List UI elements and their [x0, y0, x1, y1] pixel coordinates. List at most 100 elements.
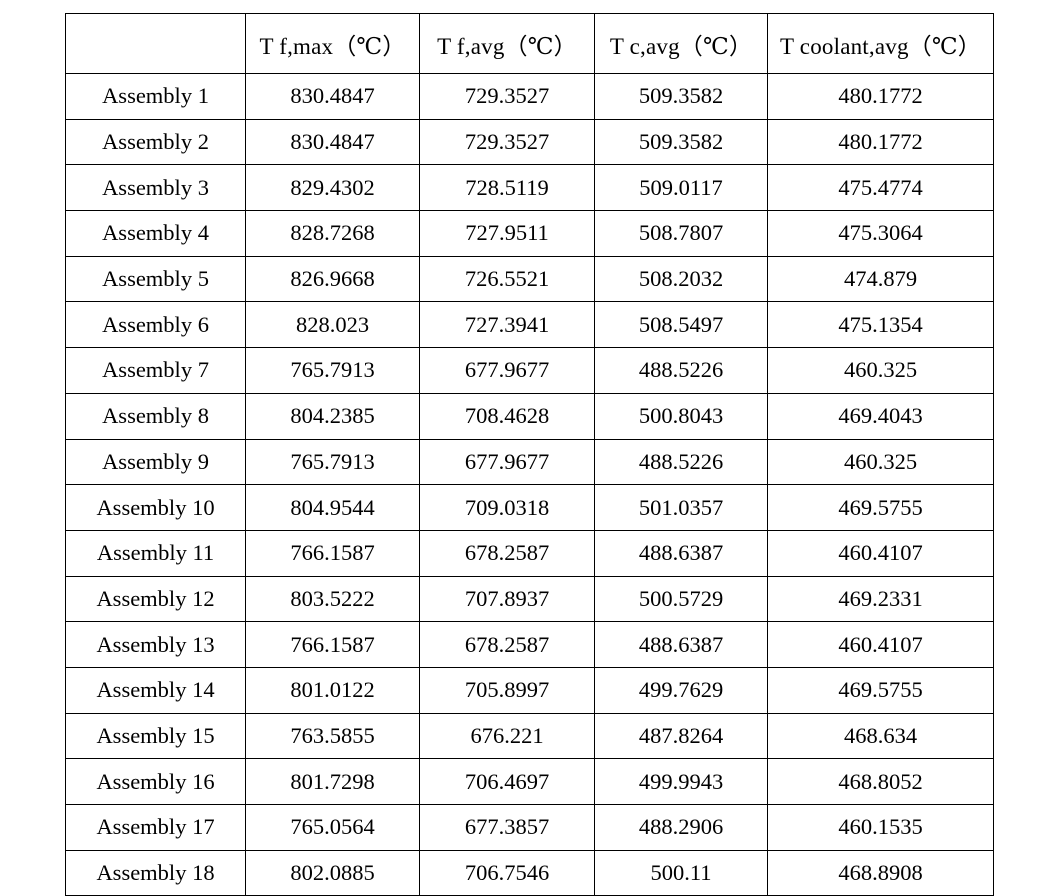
cell-tcoolantavg: 469.4043 — [767, 392, 994, 440]
row-header-assembly: Assembly 4 — [65, 210, 246, 257]
row-header-assembly: Assembly 11 — [65, 529, 246, 577]
row-header-assembly: Assembly 15 — [65, 712, 246, 760]
cell-tcavg: 500.5729 — [594, 575, 768, 623]
cell-tcavg: 508.2032 — [594, 255, 768, 303]
table-row: Assembly 7 765.7913 677.9677 488.5226 460.32… — [65, 347, 994, 394]
row-header-assembly: Assembly 8 — [65, 392, 246, 440]
cell-tcavg: 509.3582 — [594, 118, 768, 166]
table-row: Assembly 10 804.9544 709.0318 501.0357 469.5… — [65, 484, 994, 531]
cell-tcoolantavg: 469.5755 — [767, 666, 994, 714]
row-header-assembly: Assembly 2 — [65, 118, 246, 166]
cell-tcavg: 500.8043 — [594, 392, 768, 440]
row-header-assembly: Assembly 14 — [65, 666, 246, 714]
cell-tcavg: 499.7629 — [594, 666, 768, 714]
row-header-assembly: Assembly 18 — [65, 849, 246, 896]
table-header: T f,max（℃） T f,avg（℃） T c,avg（℃） T coola… — [65, 13, 994, 74]
column-header-tcavg: T c,avg（℃） — [594, 13, 768, 74]
table-row: Assembly 8 804.2385 708.4628 500.8043 469.40… — [65, 392, 994, 440]
cell-tfmax: 765.0564 — [245, 804, 420, 851]
table-row: Assembly 12 803.5222 707.8937 500.5729 469.2… — [65, 575, 994, 623]
cell-tfavg: 678.2587 — [419, 529, 595, 577]
cell-tfmax: 804.2385 — [245, 392, 420, 440]
cell-tfavg: 677.9677 — [419, 347, 595, 394]
cell-tfmax: 804.9544 — [245, 484, 420, 531]
cell-tcavg: 508.5497 — [594, 301, 768, 349]
table-row: Assembly 14 801.0122 705.8997 499.7629 469.5… — [65, 666, 994, 714]
cell-tcavg: 501.0357 — [594, 484, 768, 531]
cell-tcoolantavg: 475.1354 — [767, 301, 994, 349]
cell-tfavg: 706.4697 — [419, 758, 595, 805]
cell-tcoolantavg: 469.2331 — [767, 575, 994, 623]
cell-tfavg: 728.5119 — [419, 164, 595, 212]
cell-tcoolantavg: 469.5755 — [767, 484, 994, 531]
cell-tfavg: 676.221 — [419, 712, 595, 760]
table-row: Assembly 1 830.4847 729.3527 509.3582 480.17… — [65, 73, 994, 120]
table-row: Assembly 15 763.5855 676.221 487.8264 468.63… — [65, 712, 994, 760]
row-header-assembly: Assembly 13 — [65, 621, 246, 668]
cell-tfmax: 828.023 — [245, 301, 420, 349]
cell-tfmax: 830.4847 — [245, 73, 420, 120]
cell-tcavg: 499.9943 — [594, 758, 768, 805]
cell-tcavg: 508.7807 — [594, 210, 768, 257]
cell-tcoolantavg: 460.325 — [767, 438, 994, 486]
cell-tfmax: 765.7913 — [245, 347, 420, 394]
cell-tfmax: 801.7298 — [245, 758, 420, 805]
cell-tcoolantavg: 460.4107 — [767, 621, 994, 668]
cell-tcoolantavg: 480.1772 — [767, 73, 994, 120]
cell-tcoolantavg: 468.8052 — [767, 758, 994, 805]
cell-tfavg: 727.3941 — [419, 301, 595, 349]
cell-tcoolantavg: 475.4774 — [767, 164, 994, 212]
cell-tfavg: 705.8997 — [419, 666, 595, 714]
row-header-assembly: Assembly 12 — [65, 575, 246, 623]
table-row: Assembly 11 766.1587 678.2587 488.6387 460.4… — [65, 529, 994, 577]
cell-tcavg: 509.0117 — [594, 164, 768, 212]
column-header-tcoolantavg: T coolant,avg（℃） — [767, 13, 994, 74]
cell-tfmax: 802.0885 — [245, 849, 420, 896]
cell-tfavg: 729.3527 — [419, 73, 595, 120]
cell-tcoolantavg: 460.4107 — [767, 529, 994, 577]
cell-tfavg: 729.3527 — [419, 118, 595, 166]
cell-tcoolantavg: 468.634 — [767, 712, 994, 760]
cell-tcavg: 488.5226 — [594, 438, 768, 486]
table-body: Assembly 1 830.4847 729.3527 509.3582 480.17… — [65, 73, 994, 896]
cell-tfmax: 763.5855 — [245, 712, 420, 760]
cell-tfmax: 766.1587 — [245, 621, 420, 668]
table-row: Assembly 4 828.7268 727.9511 508.7807 475.30… — [65, 210, 994, 257]
cell-tfavg: 709.0318 — [419, 484, 595, 531]
cell-tfavg: 678.2587 — [419, 621, 595, 668]
cell-tcoolantavg: 475.3064 — [767, 210, 994, 257]
cell-tcavg: 488.6387 — [594, 621, 768, 668]
table-row: Assembly 16 801.7298 706.4697 499.9943 468.8… — [65, 758, 994, 805]
row-header-assembly: Assembly 3 — [65, 164, 246, 212]
cell-tcoolantavg: 474.879 — [767, 255, 994, 303]
cell-tfavg: 726.5521 — [419, 255, 595, 303]
cell-tfmax: 765.7913 — [245, 438, 420, 486]
cell-tfavg: 727.9511 — [419, 210, 595, 257]
cell-tcoolantavg: 468.8908 — [767, 849, 994, 896]
row-header-assembly: Assembly 9 — [65, 438, 246, 486]
cell-tcavg: 488.5226 — [594, 347, 768, 394]
cell-tfavg: 677.3857 — [419, 804, 595, 851]
row-header-assembly: Assembly 16 — [65, 758, 246, 805]
cell-tfmax: 766.1587 — [245, 529, 420, 577]
row-header-assembly: Assembly 7 — [65, 347, 246, 394]
table-row: Assembly 2 830.4847 729.3527 509.3582 480.17… — [65, 118, 994, 166]
table-row: Assembly 13 766.1587 678.2587 488.6387 460.4… — [65, 621, 994, 668]
cell-tcavg: 488.2906 — [594, 804, 768, 851]
table-row: Assembly 3 829.4302 728.5119 509.0117 475.47… — [65, 164, 994, 212]
header-row: T f,max（℃） T f,avg（℃） T c,avg（℃） T coola… — [65, 13, 994, 74]
cell-tfavg: 707.8937 — [419, 575, 595, 623]
cell-tcavg: 488.6387 — [594, 529, 768, 577]
table-row: Assembly 6 828.023 727.3941 508.5497 475.135… — [65, 301, 994, 349]
table-row: Assembly 9 765.7913 677.9677 488.5226 460.32… — [65, 438, 994, 486]
cell-tfavg: 677.9677 — [419, 438, 595, 486]
cell-tcavg: 509.3582 — [594, 73, 768, 120]
cell-tcoolantavg: 460.325 — [767, 347, 994, 394]
cell-tfmax: 828.7268 — [245, 210, 420, 257]
row-header-assembly: Assembly 10 — [65, 484, 246, 531]
column-header-tfmax: T f,max（℃） — [245, 13, 420, 74]
cell-tfmax: 803.5222 — [245, 575, 420, 623]
column-header-tfavg: T f,avg（℃） — [419, 13, 595, 74]
cell-tfmax: 826.9668 — [245, 255, 420, 303]
row-header-assembly: Assembly 1 — [65, 73, 246, 120]
